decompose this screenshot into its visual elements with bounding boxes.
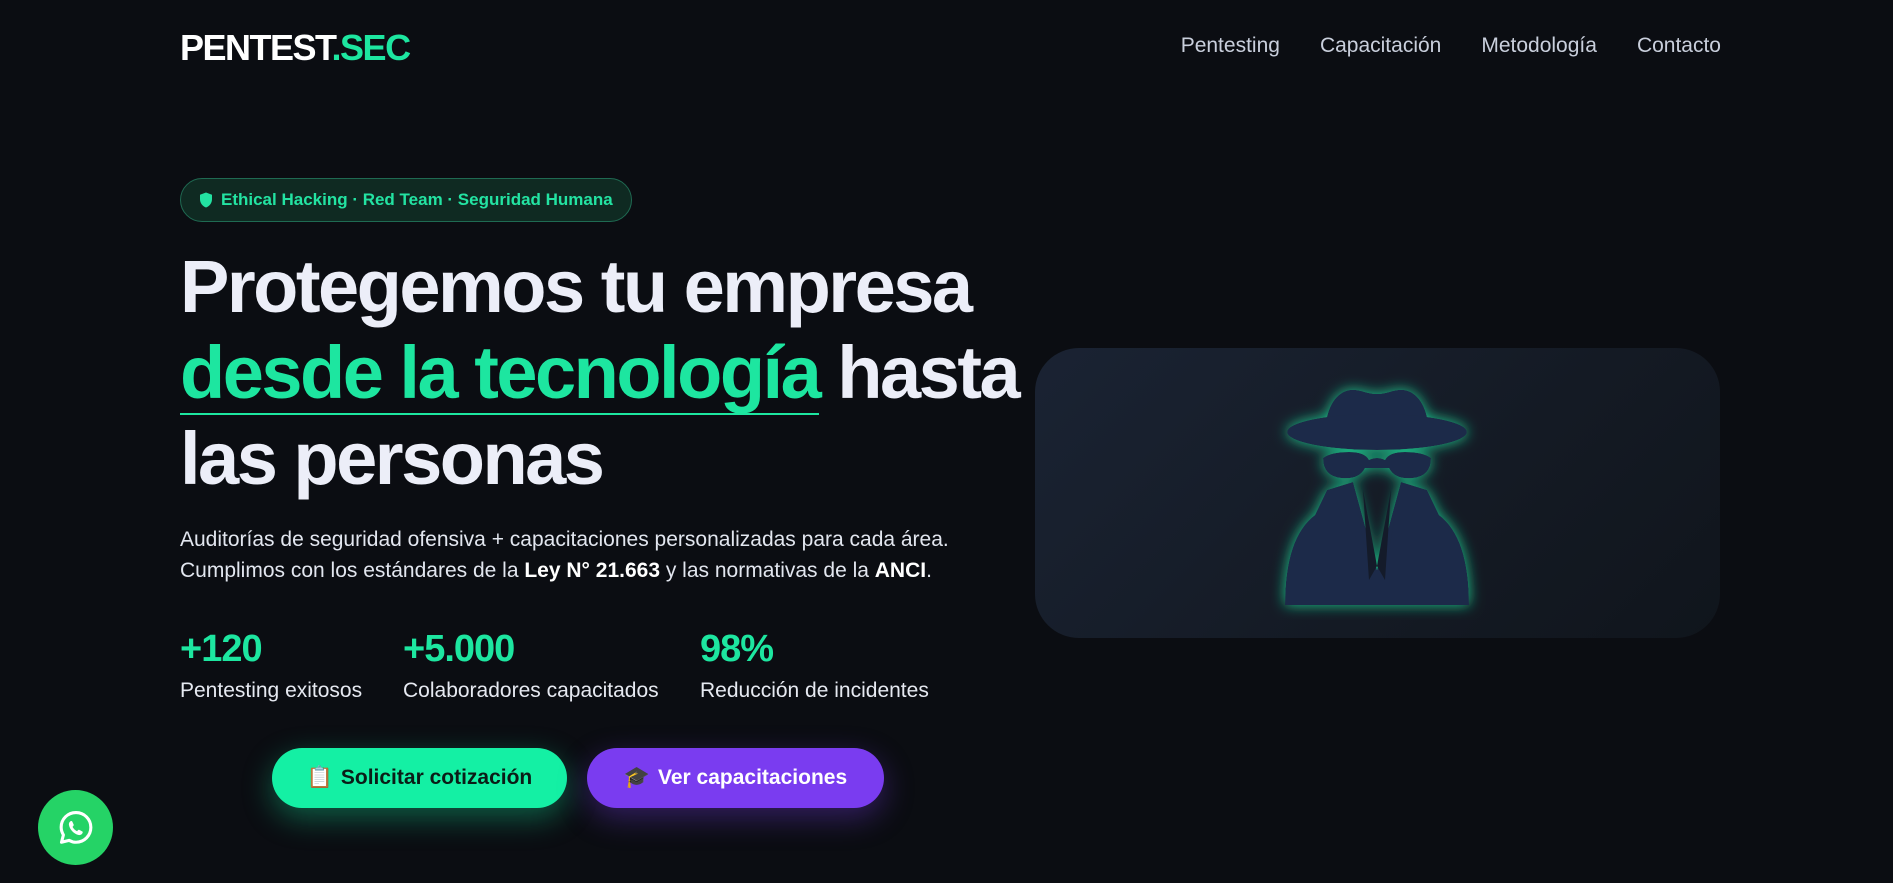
hero-illustration-card [1035,348,1720,638]
landing-page: PENTEST.SEC Pentesting Capacitación Meto… [0,0,1893,883]
graduation-cap-icon: 🎓 [623,766,651,789]
stat-label: Pentesting exitosos [180,679,363,702]
stat-value: +5.000 [403,628,515,670]
law-reference: Ley N° 21.663 [524,559,660,582]
nav-link-pentesting[interactable]: Pentesting [1181,34,1280,58]
whatsapp-button[interactable] [38,790,113,865]
description-line2-c: . [926,559,932,582]
agency-reference: ANCI [874,559,927,582]
shield-icon [200,192,212,208]
logo-main-text: PENTEST [180,27,333,68]
description-line1: Auditorías de seguridad ofensiva + capac… [180,528,949,551]
hero-headline: Protegemos tu empresa desde la tecnologí… [180,244,1080,502]
request-quote-label: Solicitar cotización [340,766,533,789]
stat-value: +120 [180,628,263,670]
headline-line2-rest: hasta [819,331,1020,414]
nav-link-contacto[interactable]: Contacto [1637,34,1721,58]
whatsapp-icon [59,810,92,844]
view-trainings-label: Ver capacitaciones [658,766,848,789]
stat-trained: +5.000 Colaboradores capacitados [403,628,659,703]
clipboard-icon: 📋 [306,766,333,789]
stat-incident-reduction: 98% Reducción de incidentes [700,628,929,703]
request-quote-button[interactable]: 📋 Solicitar cotización [272,748,567,808]
headline-highlight: desde la tecnología [180,331,822,415]
headline-line3: las personas [180,417,605,500]
stat-pentesting: +120 Pentesting exitosos [180,628,362,703]
hero-badge: Ethical Hacking · Red Team · Seguridad H… [180,178,632,222]
stat-label: Colaboradores capacitados [403,679,659,702]
hero-description: Auditorías de seguridad ofensiva + capac… [180,524,1040,586]
description-line2-a: Cumplimos con los estándares de la [180,559,525,582]
stat-label: Reducción de incidentes [700,679,929,702]
nav-link-metodologia[interactable]: Metodología [1481,34,1597,58]
badge-text: Ethical Hacking · Red Team · Seguridad H… [221,190,613,209]
main-nav: Pentesting Capacitación Metodología Cont… [1181,34,1721,58]
nav-link-capacitacion[interactable]: Capacitación [1320,34,1441,58]
stat-value: 98% [700,628,774,670]
spy-agent-icon [1285,389,1469,605]
headline-line1: Protegemos tu empresa [180,245,973,328]
view-trainings-button[interactable]: 🎓 Ver capacitaciones [587,748,884,808]
description-line2-b: y las normativas de la [660,559,875,582]
site-logo[interactable]: PENTEST.SEC [180,27,412,69]
logo-accent-text: .SEC [331,27,412,68]
